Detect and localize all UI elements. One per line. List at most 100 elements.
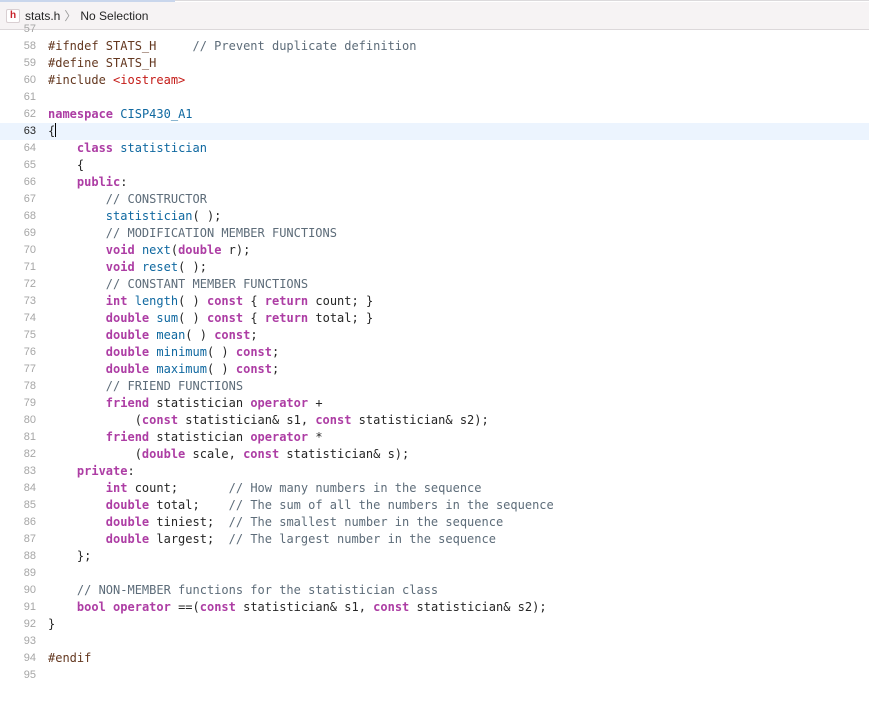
line-number: 89 xyxy=(23,567,36,579)
code-line[interactable]: 88 }; xyxy=(0,548,869,565)
token-kw: double xyxy=(105,498,150,512)
token-id: maximum xyxy=(156,362,207,376)
code-line[interactable]: 82 (double scale, const statistician& s)… xyxy=(0,446,869,463)
code-line[interactable]: 93 xyxy=(0,633,869,650)
line-number: 88 xyxy=(23,550,36,562)
code-line[interactable]: 91 bool operator ==(const statistician& … xyxy=(0,599,869,616)
code-line[interactable]: 67 // CONSTRUCTOR xyxy=(0,191,869,208)
token-pl: ( ) xyxy=(178,311,207,325)
token-kw: class xyxy=(76,141,114,155)
code-text: namespace CISP430_A1 xyxy=(48,106,193,123)
code-text: #define STATS_H xyxy=(48,55,156,72)
code-text: #endif xyxy=(48,650,91,667)
code-line[interactable]: 57 xyxy=(0,21,869,38)
token-cm: // FRIEND FUNCTIONS xyxy=(105,379,244,393)
token-pl: }; xyxy=(48,549,92,563)
code-line[interactable]: 76 double minimum( ) const; xyxy=(0,344,869,361)
token-kw: const xyxy=(235,345,272,359)
token-pl: { xyxy=(243,294,265,308)
line-number: 68 xyxy=(23,210,36,222)
token-kw: friend xyxy=(105,396,150,410)
code-line[interactable]: 81 friend statistician operator * xyxy=(0,429,869,446)
code-line[interactable]: 70 void next(double r); xyxy=(0,242,869,259)
token-id: next xyxy=(141,243,171,257)
line-number: 73 xyxy=(23,295,36,307)
code-line[interactable]: 92} xyxy=(0,616,869,633)
code-text: } xyxy=(48,616,55,633)
code-line[interactable]: 68 statistician( ); xyxy=(0,208,869,225)
token-kw: friend xyxy=(105,430,150,444)
code-line[interactable]: 89 xyxy=(0,565,869,582)
code-line[interactable]: 60 #include <iostream> xyxy=(0,72,869,89)
code-line[interactable]: 69 // MODIFICATION MEMBER FUNCTIONS xyxy=(0,225,869,242)
code-text: }; xyxy=(48,548,91,565)
code-text: #ifndef STATS_H // Prevent duplicate def… xyxy=(48,38,416,55)
code-line[interactable]: 59 #define STATS_H xyxy=(0,55,869,72)
code-line[interactable]: 71 void reset( ); xyxy=(0,259,869,276)
code-line[interactable]: 84 int count; // How many numbers in the… xyxy=(0,480,869,497)
code-text: double minimum( ) const; xyxy=(48,344,279,361)
token-kw: double xyxy=(105,311,150,325)
code-line[interactable]: 85 double total; // The sum of all the n… xyxy=(0,497,869,514)
code-line[interactable]: 87 double largest; // The largest number… xyxy=(0,531,869,548)
code-line[interactable]: 63 { xyxy=(0,123,869,140)
code-line[interactable]: 78 // FRIEND FUNCTIONS xyxy=(0,378,869,395)
code-line[interactable]: 74 double sum( ) const { return total; } xyxy=(0,310,869,327)
code-line[interactable]: 66 public: xyxy=(0,174,869,191)
code-line[interactable]: 62 namespace CISP430_A1 xyxy=(0,106,869,123)
token-pl: ( ) xyxy=(185,328,215,342)
token-pp: #endif xyxy=(48,651,92,665)
line-number: 84 xyxy=(23,482,36,494)
code-line[interactable]: 72 // CONSTANT MEMBER FUNCTIONS xyxy=(0,276,869,293)
code-line[interactable]: 83 private: xyxy=(0,463,869,480)
code-line[interactable]: 86 double tiniest; // The smallest numbe… xyxy=(0,514,869,531)
token-kw: bool xyxy=(76,600,106,614)
token-cm: // MODIFICATION MEMBER FUNCTIONS xyxy=(105,226,337,240)
code-editor[interactable]: 57 58 #ifndef STATS_H // Prevent duplicate… xyxy=(0,23,869,704)
code-line[interactable]: 94 #endif xyxy=(0,650,869,667)
token-kw: void xyxy=(105,260,135,274)
line-number: 57 xyxy=(23,23,36,35)
line-number: 75 xyxy=(23,329,36,341)
line-number: 82 xyxy=(23,448,36,460)
code-line[interactable]: 77 double maximum( ) const; xyxy=(0,361,869,378)
code-line[interactable]: 61 xyxy=(0,89,869,106)
code-line[interactable]: 79 friend statistician operator + xyxy=(0,395,869,412)
code-line[interactable]: 65 { xyxy=(0,157,869,174)
code-line[interactable]: 90 // NON-MEMBER functions for the stati… xyxy=(0,582,869,599)
line-number: 61 xyxy=(23,91,36,103)
code-line[interactable]: 80 (const statistician& s1, const statis… xyxy=(0,412,869,429)
token-id: length xyxy=(134,294,179,308)
token-id: sum xyxy=(156,311,179,325)
line-number: 86 xyxy=(23,516,36,528)
token-pl: { xyxy=(243,311,265,325)
line-number: 77 xyxy=(23,363,36,375)
line-number: 79 xyxy=(23,397,36,409)
code-line[interactable]: 58 #ifndef STATS_H // Prevent duplicate d… xyxy=(0,38,869,55)
token-kw: int xyxy=(105,481,128,495)
token-pl: ( ); xyxy=(178,260,207,274)
token-pl: tiniest; xyxy=(149,515,229,529)
code-line[interactable]: 95 xyxy=(0,667,869,684)
code-text: double mean( ) const; xyxy=(48,327,258,344)
line-number: 74 xyxy=(23,312,36,324)
token-id: minimum xyxy=(156,345,207,359)
code-text: double largest; // The largest number in… xyxy=(48,531,496,548)
code-text: // FRIEND FUNCTIONS xyxy=(48,378,243,395)
token-kw: double xyxy=(105,362,150,376)
code-line[interactable]: 73 int length( ) const { return count; } xyxy=(0,293,869,310)
code-text: void next(double r); xyxy=(48,242,251,259)
token-id: reset xyxy=(141,260,179,274)
token-pl: statistician& s1, xyxy=(178,413,316,427)
code-line[interactable]: 75 double mean( ) const; xyxy=(0,327,869,344)
token-kw: int xyxy=(105,294,128,308)
code-line[interactable]: 64 class statistician xyxy=(0,140,869,157)
